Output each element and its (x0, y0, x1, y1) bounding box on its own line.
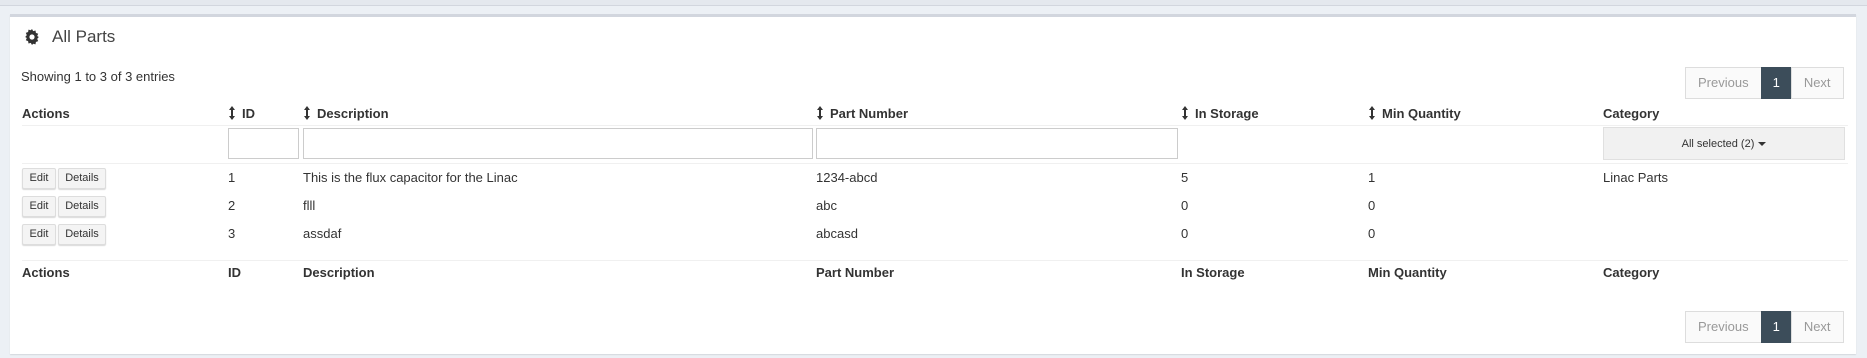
header-min-quantity-label: Min Quantity (1382, 105, 1461, 121)
edit-button[interactable]: Edit (22, 196, 56, 217)
footer-category: Category (1603, 265, 1660, 280)
cell-id: 2 (228, 198, 236, 213)
cell-category: Linac Parts (1603, 170, 1669, 185)
cell-in-storage: 0 (1181, 198, 1189, 213)
box-title: All Parts (52, 27, 116, 46)
entries-info: Showing 1 to 3 of 3 entries (21, 69, 175, 84)
table-row: Edit Details 2 flll abc 0 0 (22, 192, 1848, 220)
caret-down-icon (1758, 141, 1767, 146)
parts-box: All Parts Showing 1 to 3 of 3 entries Pr… (10, 14, 1856, 354)
edit-button[interactable]: Edit (22, 168, 56, 189)
category-filter-select[interactable]: All selected (2) (1603, 127, 1845, 160)
cell-min-quantity: 0 (1368, 226, 1376, 241)
pagination-top: Previous 1 Next (1685, 67, 1844, 99)
description-filter-input[interactable] (303, 128, 813, 159)
header-part-number-label: Part Number (830, 105, 909, 121)
header-in-storage[interactable]: In Storage (1181, 101, 1259, 125)
next-page-button[interactable]: Next (1790, 67, 1844, 99)
header-id[interactable]: ID (228, 101, 255, 125)
cell-description: assdaf (303, 226, 342, 241)
header-id-label: ID (242, 105, 255, 121)
footer-id: ID (228, 265, 241, 280)
header-actions-label: Actions (22, 105, 70, 121)
sort-icon (817, 106, 823, 120)
footer-min-quantity: Min Quantity (1368, 265, 1447, 280)
footer-part-number: Part Number (816, 265, 895, 280)
divider (22, 125, 1848, 126)
cell-part-number: 1234-abcd (816, 170, 878, 185)
cell-min-quantity: 1 (1368, 170, 1376, 185)
cell-in-storage: 5 (1181, 170, 1189, 185)
header-actions: Actions (22, 101, 70, 125)
table-row: Edit Details 1 This is the flux capacito… (22, 164, 1848, 192)
top-bar (0, 0, 1867, 6)
details-button[interactable]: Details (58, 196, 106, 217)
footer-actions: Actions (22, 265, 70, 280)
sort-icon (1182, 106, 1188, 120)
id-filter-input[interactable] (228, 128, 299, 159)
header-category-label: Category (1603, 105, 1660, 121)
header-in-storage-label: In Storage (1195, 105, 1259, 121)
cell-part-number: abcasd (816, 226, 858, 241)
table-row: Edit Details 3 assdaf abcasd 0 0 (22, 220, 1848, 248)
details-button[interactable]: Details (58, 224, 106, 245)
header-description[interactable]: Description (303, 101, 389, 125)
category-filter-label: All selected (2) (1681, 137, 1755, 150)
box-header: All Parts (10, 17, 1856, 57)
previous-page-button[interactable]: Previous (1685, 311, 1762, 343)
page-1-button[interactable]: 1 (1760, 311, 1792, 343)
cell-id: 1 (228, 170, 236, 185)
cell-description: This is the flux capacitor for the Linac (303, 170, 518, 185)
header-description-label: Description (317, 105, 389, 121)
header-part-number[interactable]: Part Number (816, 101, 908, 125)
sort-icon (229, 106, 235, 120)
gear-icon (25, 29, 39, 45)
pagination-bottom: Previous 1 Next (1685, 311, 1844, 343)
divider (22, 260, 1848, 261)
previous-page-button[interactable]: Previous (1685, 67, 1762, 99)
part-number-filter-input[interactable] (816, 128, 1178, 159)
next-page-button[interactable]: Next (1790, 311, 1844, 343)
cell-part-number: abc (816, 198, 837, 213)
cell-min-quantity: 0 (1368, 198, 1376, 213)
sort-icon (1369, 106, 1375, 120)
cell-description: flll (303, 198, 316, 213)
sort-icon (304, 106, 310, 120)
cell-in-storage: 0 (1181, 226, 1189, 241)
page-1-button[interactable]: 1 (1760, 67, 1792, 99)
header-category: Category (1603, 101, 1659, 125)
details-button[interactable]: Details (58, 168, 106, 189)
footer-description: Description (303, 265, 375, 280)
header-min-quantity[interactable]: Min Quantity (1368, 101, 1461, 125)
cell-id: 3 (228, 226, 236, 241)
edit-button[interactable]: Edit (22, 224, 56, 245)
footer-in-storage: In Storage (1181, 265, 1245, 280)
